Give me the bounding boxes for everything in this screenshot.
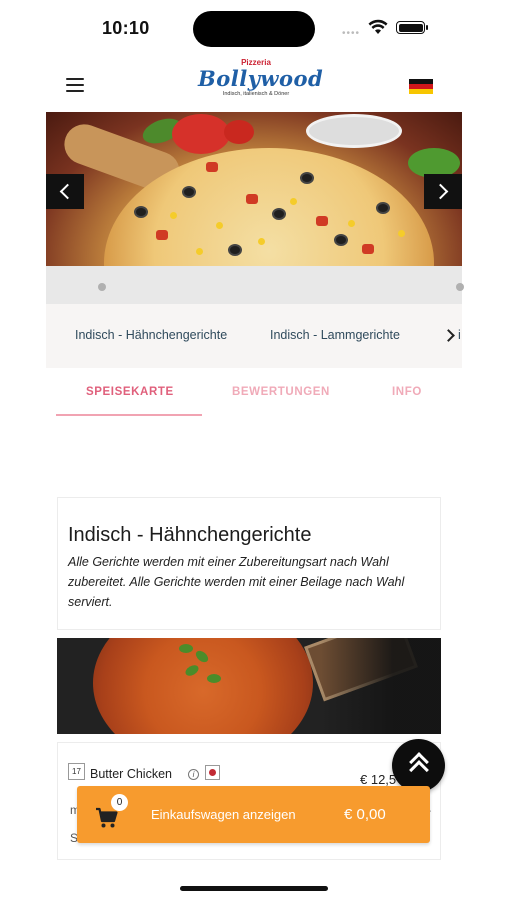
hamburger-menu-icon[interactable] [66, 78, 84, 92]
logo-tagline: Indisch, italienisch & Döner [222, 91, 290, 97]
product-name[interactable]: Butter Chicken [90, 767, 172, 781]
section-title: Indisch - Hähnchengerichte [68, 524, 312, 546]
tab-info[interactable]: INFO [392, 386, 422, 398]
logo-bollywood-text: Bollywood [198, 66, 324, 91]
hero-carousel-image [46, 112, 462, 266]
tab-bar: SPEISEKARTE BEWERTUNGEN INFO [56, 374, 452, 418]
product-price: € 12,5 [360, 772, 397, 787]
tab-speisekarte[interactable]: SPEISEKARTE [86, 386, 174, 398]
category-item-lamm[interactable]: Indisch - Lammgerichte [270, 328, 400, 342]
signal-dots-icon: •••• [342, 28, 361, 39]
product-number: 17 [68, 763, 85, 780]
category-scroller: Indisch - Hähnchengerichte Indisch - Lam… [46, 304, 462, 368]
carousel-dot[interactable] [456, 283, 464, 291]
cart-count-badge: 0 [111, 794, 128, 811]
section-description: Alle Gerichte werden mit einer Zubereitu… [68, 555, 405, 609]
chevron-left-icon [59, 183, 76, 200]
view-cart-button[interactable]: 0 Einkaufswagen anzeigen € 0,00 [77, 786, 430, 843]
carousel-next-button[interactable] [424, 174, 462, 209]
category-food-image [57, 638, 441, 734]
carousel-indicator-strip [46, 266, 464, 304]
spicy-marker-icon [205, 765, 220, 780]
category-item-haehnchen[interactable]: Indisch - Hähnchengerichte [75, 328, 227, 342]
status-bar: 10:10 •••• [0, 0, 507, 58]
category-section-card: Indisch - Hähnchengerichte Alle Gerichte… [57, 497, 441, 630]
carousel-prev-button[interactable] [46, 174, 84, 209]
category-next-button[interactable] [440, 325, 460, 345]
chevron-right-icon [432, 183, 449, 200]
chevron-right-icon [442, 328, 455, 342]
carousel-dot[interactable] [98, 283, 106, 291]
cart-label: Einkaufswagen anzeigen [151, 807, 296, 822]
german-flag-icon[interactable] [409, 79, 433, 94]
active-tab-indicator [56, 414, 202, 416]
wifi-icon [368, 19, 388, 34]
dynamic-island [193, 11, 315, 47]
cart-total: € 0,00 [344, 806, 386, 823]
battery-icon [396, 21, 428, 34]
scroll-to-top-button[interactable] [392, 739, 445, 792]
status-time: 10:10 [102, 18, 150, 38]
app-header: Pizzeria Bollywood Indisch, italienisch … [0, 58, 507, 110]
tab-bewertungen[interactable]: BEWERTUNGEN [232, 386, 330, 398]
info-icon[interactable]: i [188, 769, 199, 780]
category-item-peek[interactable]: i [458, 328, 461, 342]
home-indicator[interactable] [180, 886, 328, 891]
restaurant-logo[interactable]: Pizzeria Bollywood Indisch, italienisch … [198, 58, 324, 98]
